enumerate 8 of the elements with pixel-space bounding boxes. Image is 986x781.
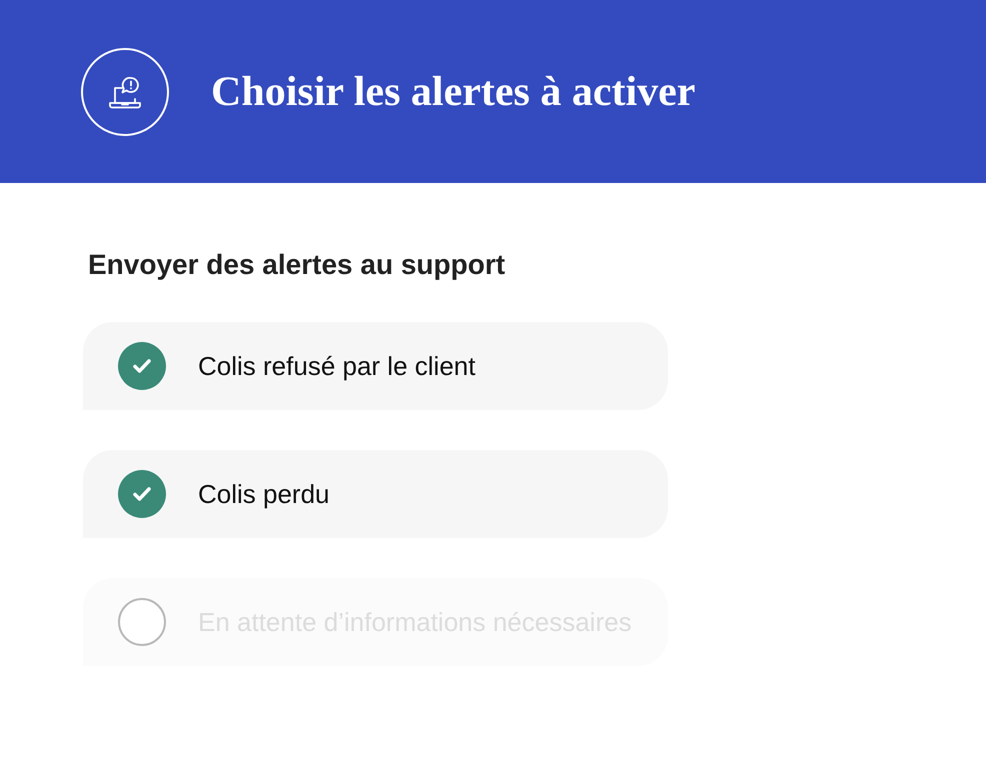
checkbox[interactable] bbox=[118, 342, 166, 390]
check-icon bbox=[132, 358, 152, 374]
alert-option[interactable]: Colis perdu bbox=[83, 450, 668, 538]
alert-option[interactable]: Colis refusé par le client bbox=[83, 322, 668, 410]
check-icon bbox=[132, 486, 152, 502]
checkbox[interactable] bbox=[118, 470, 166, 518]
section-title: Envoyer des alertes au support bbox=[87, 248, 506, 282]
page-title: Choisir les alertes à activer bbox=[211, 70, 696, 112]
